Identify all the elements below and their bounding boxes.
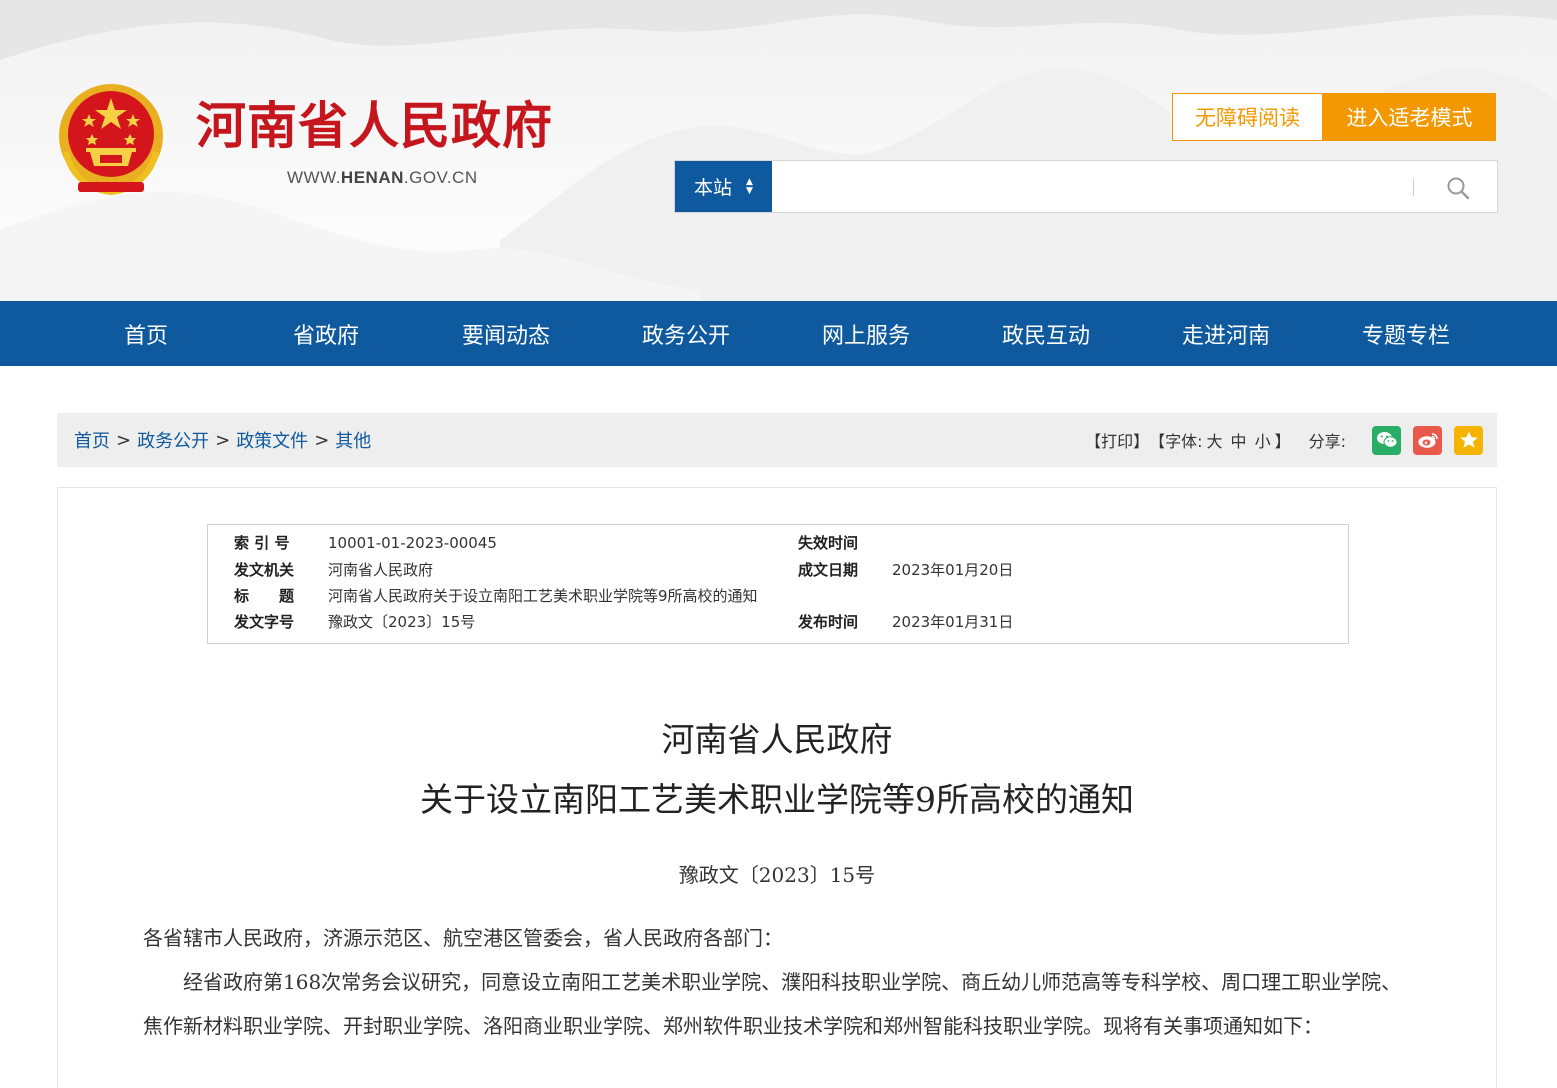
- metadata-row: 索 引 号 10001-01-2023-00045 失效时间: [208, 530, 1348, 556]
- search-divider: [1413, 179, 1414, 196]
- article-container: 索 引 号 10001-01-2023-00045 失效时间 发文机关 河南省人…: [57, 487, 1497, 1088]
- document-number: 豫政文〔2023〕15号: [678, 863, 876, 887]
- search-scope-select[interactable]: 本站 ▲ ▼: [675, 161, 772, 212]
- breadcrumb-bar: 首页 > 政务公开 > 政策文件 > 其他 【打印】 【字体: 大 中 小 】 …: [57, 413, 1497, 467]
- national-emblem-icon: [59, 84, 163, 196]
- breadcrumb: 首页 > 政务公开 > 政策文件 > 其他: [74, 413, 371, 467]
- search-input[interactable]: [775, 163, 1405, 210]
- breadcrumb-policy-documents[interactable]: 政策文件: [236, 427, 308, 453]
- index-number-label: 索 引 号: [234, 534, 290, 552]
- sort-arrows-icon: ▲ ▼: [746, 176, 753, 196]
- nav-item-online-services[interactable]: 网上服务: [776, 301, 956, 366]
- written-date-label: 成文日期: [798, 561, 859, 579]
- breadcrumb-separator: >: [215, 429, 231, 451]
- document-title-line2: 关于设立南阳工艺美术职业学院等9所高校的通知: [420, 780, 1134, 819]
- salutation: 各省辖市人民政府，济源示范区、航空港区管委会，省人民政府各部门：: [143, 926, 783, 950]
- document-number-label: 发文字号: [234, 613, 295, 631]
- nav-item-news[interactable]: 要闻动态: [416, 301, 596, 366]
- font-size-large[interactable]: 大: [1207, 428, 1223, 452]
- nav-item-special-topics[interactable]: 专题专栏: [1316, 301, 1496, 366]
- metadata-row: 发文字号 豫政文〔2023〕15号 发布时间 2023年01月31日: [208, 609, 1348, 635]
- nav-item-home[interactable]: 首页: [56, 301, 236, 366]
- nav-item-provincial-government[interactable]: 省政府: [236, 301, 416, 366]
- font-size-small[interactable]: 小: [1255, 428, 1271, 452]
- nav-item-interaction[interactable]: 政民互动: [956, 301, 1136, 366]
- publish-time-label: 发布时间: [798, 613, 859, 631]
- site-url-domain: HENAN: [340, 168, 404, 187]
- site-header: 河南省人民政府 WWW.HENAN.GOV.CN 无障碍阅读 进入适老模式 本站…: [0, 0, 1557, 301]
- breadcrumb-separator: >: [314, 429, 330, 451]
- issuer-label: 发文机关: [234, 561, 295, 579]
- title-value: 河南省人民政府关于设立南阳工艺美术职业学院等9所高校的通知: [328, 587, 758, 605]
- search-bar: 本站 ▲ ▼: [674, 160, 1498, 213]
- expire-time-label: 失效时间: [798, 534, 859, 552]
- written-date-value: 2023年01月20日: [892, 561, 1014, 579]
- metadata-row: 发文机关 河南省人民政府 成文日期 2023年01月20日: [208, 557, 1348, 583]
- favorite-star-icon[interactable]: [1454, 425, 1483, 455]
- page-tools: 【打印】 【字体: 大 中 小 】 分享:: [1085, 413, 1483, 467]
- breadcrumb-other[interactable]: 其他: [335, 427, 371, 453]
- breadcrumb-separator: >: [116, 429, 132, 451]
- document-number-value: 豫政文〔2023〕15号: [328, 613, 476, 631]
- weibo-icon[interactable]: [1413, 425, 1442, 455]
- body-paragraph: 经省政府第168次常务会议研究，同意设立南阳工艺美术职业学院、濮阳科技职业学院、…: [143, 970, 1402, 1038]
- font-size-medium[interactable]: 中: [1231, 428, 1247, 452]
- main-nav: 首页 省政府 要闻动态 政务公开 网上服务 政民互动 走进河南 专题专栏: [0, 301, 1557, 366]
- document-title-line1: 河南省人民政府: [661, 720, 893, 759]
- site-title: 河南省人民政府: [196, 97, 553, 155]
- document-metadata-table: 索 引 号 10001-01-2023-00045 失效时间 发文机关 河南省人…: [207, 524, 1349, 644]
- site-url: WWW.HENAN.GOV.CN: [287, 168, 478, 188]
- index-number-value: 10001-01-2023-00045: [328, 534, 497, 552]
- search-icon[interactable]: [1445, 175, 1471, 201]
- site-url-suffix: .GOV.CN: [403, 168, 478, 187]
- search-scope-label: 本站: [694, 177, 733, 199]
- font-size-label: 【字体:: [1149, 432, 1203, 451]
- font-size-close: 】: [1274, 432, 1291, 451]
- site-url-prefix: WWW.: [287, 168, 341, 187]
- print-link[interactable]: 【打印】: [1085, 428, 1149, 452]
- nav-item-about-henan[interactable]: 走进河南: [1136, 301, 1316, 366]
- accessibility-reading-button[interactable]: 无障碍阅读: [1172, 93, 1323, 141]
- nav-item-government-affairs[interactable]: 政务公开: [596, 301, 776, 366]
- wechat-icon[interactable]: [1372, 425, 1401, 455]
- breadcrumb-government-affairs[interactable]: 政务公开: [137, 427, 209, 453]
- title-label: 标 题: [234, 587, 295, 605]
- issuer-value: 河南省人民政府: [328, 561, 434, 579]
- breadcrumb-home[interactable]: 首页: [74, 427, 110, 453]
- publish-time-value: 2023年01月31日: [892, 613, 1014, 631]
- share-label: 分享:: [1308, 432, 1346, 451]
- metadata-row: 标 题 河南省人民政府关于设立南阳工艺美术职业学院等9所高校的通知: [208, 583, 1348, 609]
- elder-mode-button[interactable]: 进入适老模式: [1323, 93, 1496, 141]
